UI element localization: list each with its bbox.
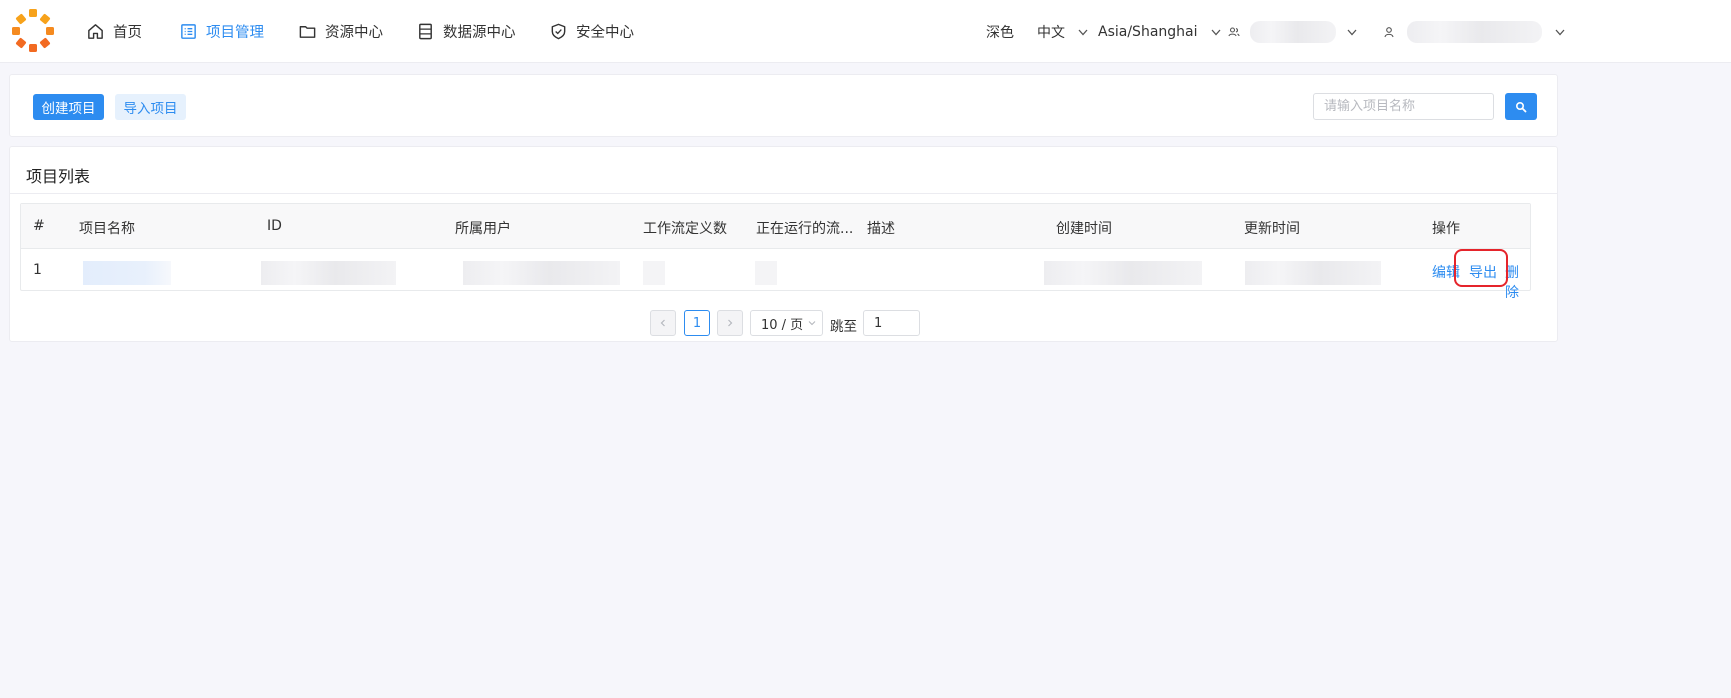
user-menu[interactable] — [1383, 0, 1566, 63]
prev-page-button[interactable] — [650, 310, 676, 336]
home-icon — [88, 24, 103, 39]
page-1-button[interactable]: 1 — [684, 310, 710, 336]
column-header-owner: 所属用户 — [455, 221, 511, 237]
search-icon — [1515, 101, 1527, 112]
panel-divider — [10, 193, 1557, 194]
column-header-description: 描述 — [867, 221, 895, 237]
column-header-update-time: 更新时间 — [1244, 221, 1300, 237]
export-link[interactable]: 导出 — [1469, 262, 1497, 282]
timezone-select[interactable]: Asia/Shanghai — [1098, 0, 1222, 63]
theme-toggle[interactable]: 深色 — [986, 0, 1014, 63]
user-icon — [1384, 26, 1394, 37]
nav-item-label: 安全中心 — [576, 25, 634, 41]
project-id-redacted — [261, 261, 396, 285]
nav-item-label: 项目管理 — [206, 25, 264, 41]
shield-icon — [551, 23, 566, 40]
page-size-select[interactable]: 10 / 页 — [750, 310, 823, 336]
nav-item-resource-center[interactable]: 资源中心 — [298, 0, 383, 63]
search-button[interactable] — [1505, 93, 1537, 120]
page-size-label: 10 / 页 — [761, 317, 804, 333]
project-table: # 项目名称 ID 所属用户 工作流定义数 正在运行的流... 描述 创建时间 … — [20, 203, 1531, 301]
project-name-redacted[interactable] — [83, 261, 171, 285]
project-list-icon — [181, 24, 196, 39]
column-header-actions: 操作 — [1432, 221, 1460, 237]
chevron-down-icon — [1078, 29, 1088, 35]
project-list-panel: 项目列表 # 项目名称 ID 所属用户 工作流定义数 正在运行的流... 描述 … — [9, 146, 1558, 342]
nav-item-label: 数据源中心 — [443, 25, 516, 41]
theme-label: 深色 — [986, 24, 1014, 41]
edit-link[interactable]: 编辑 — [1432, 262, 1460, 282]
nav-item-project-management[interactable]: 项目管理 — [179, 0, 264, 63]
tenant-name-redacted — [1250, 20, 1336, 43]
users-icon — [1228, 26, 1240, 36]
chevron-right-icon — [728, 319, 733, 327]
delete-link[interactable]: 删除 — [1505, 262, 1530, 302]
column-header-id: ID — [267, 218, 282, 234]
row-index: 1 — [33, 262, 42, 278]
column-header-index: # — [33, 218, 45, 234]
chevron-down-icon — [1347, 29, 1357, 35]
chevron-down-icon — [1555, 29, 1565, 35]
workflow-count-redacted — [643, 261, 665, 285]
column-header-running-count: 正在运行的流... — [756, 221, 854, 237]
create-time-redacted — [1044, 261, 1202, 285]
chevron-left-icon — [660, 319, 665, 327]
chevron-down-icon — [1211, 29, 1220, 35]
chevron-down-icon — [808, 321, 816, 326]
create-project-button[interactable]: 创建项目 — [33, 94, 104, 120]
logo-icon — [12, 9, 54, 52]
nav-item-datasource-center[interactable]: 数据源中心 — [416, 0, 516, 63]
language-label: 中文 — [1037, 24, 1065, 41]
update-time-redacted — [1245, 261, 1381, 285]
language-select[interactable]: 中文 — [1037, 0, 1089, 63]
import-project-button[interactable]: 导入项目 — [115, 94, 186, 120]
column-header-name: 项目名称 — [79, 221, 135, 237]
running-count-redacted — [755, 261, 777, 285]
panel-title: 项目列表 — [26, 167, 91, 186]
username-redacted — [1407, 20, 1542, 43]
column-header-create-time: 创建时间 — [1056, 221, 1112, 237]
timezone-label: Asia/Shanghai — [1098, 23, 1198, 40]
nav-item-label: 首页 — [113, 25, 142, 41]
toolbar-panel: 创建项目 导入项目 — [9, 74, 1558, 137]
column-header-workflow-count: 工作流定义数 — [643, 221, 727, 237]
top-navigation-bar: 首页 项目管理 资源中心 数据源中心 安全中心 深色 中文 Asia/Shang… — [0, 0, 1731, 63]
nav-item-label: 资源中心 — [325, 25, 383, 41]
jump-page-input[interactable] — [863, 310, 920, 336]
datasource-icon — [419, 23, 432, 40]
folder-icon — [299, 26, 316, 38]
next-page-button[interactable] — [717, 310, 743, 336]
table-header: # 项目名称 ID 所属用户 工作流定义数 正在运行的流... 描述 创建时间 … — [21, 204, 1530, 249]
nav-item-home[interactable]: 首页 — [86, 0, 142, 63]
tenant-select[interactable] — [1228, 0, 1358, 63]
nav-item-security-center[interactable]: 安全中心 — [549, 0, 634, 63]
jump-label: 跳至 — [830, 319, 857, 335]
project-search-input[interactable] — [1313, 93, 1494, 120]
owner-redacted — [463, 261, 620, 285]
